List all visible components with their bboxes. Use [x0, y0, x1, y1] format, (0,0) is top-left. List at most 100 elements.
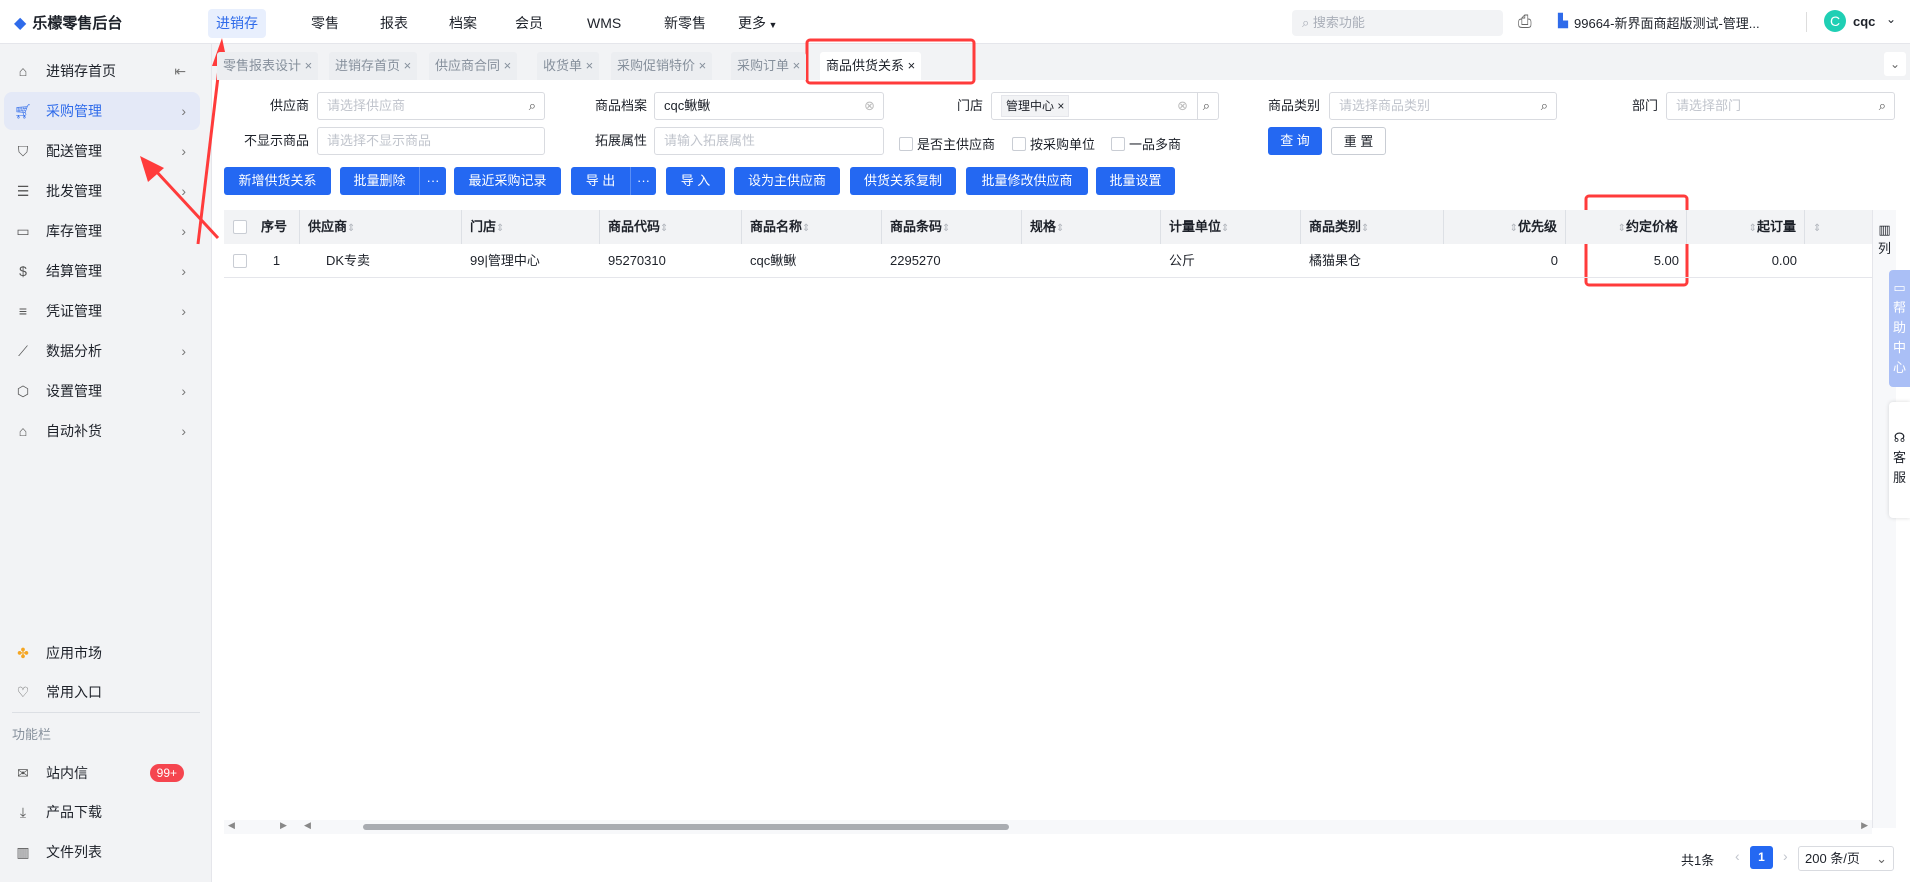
column-header-11[interactable]: ⇕起订量	[1687, 210, 1805, 244]
sidebar-item-7[interactable]: ⟋ 数据分析 ›	[4, 332, 200, 370]
nav-more[interactable]: 更多 ▼	[730, 9, 785, 38]
collapse-icon[interactable]: ⇤	[174, 63, 186, 80]
tab-1[interactable]: 进销存首页 ×	[329, 52, 418, 80]
search-icon[interactable]: ⌕	[1541, 93, 1548, 119]
help-center-tab[interactable]: ▭ 帮助中心	[1889, 270, 1910, 387]
sidebar-item-1[interactable]: 🛒︎ 采购管理 ›	[4, 92, 200, 130]
close-icon[interactable]: ×	[305, 58, 313, 73]
sort-icon[interactable]: ⇕	[1221, 223, 1229, 234]
checkbox-box[interactable]	[1111, 136, 1125, 151]
supplier-input[interactable]: 请选择供应商 ⌕	[317, 92, 545, 120]
close-icon[interactable]: ×	[1057, 99, 1064, 113]
checkbox-1[interactable]: 按采购单位	[1012, 134, 1095, 153]
toolbar-button-7[interactable]: 批量修改供应商	[966, 167, 1088, 195]
search-icon[interactable]: ⌕	[1879, 93, 1886, 119]
checkbox-2[interactable]: 一品多商	[1111, 134, 1181, 153]
sidebar-item-5[interactable]: $ 结算管理 ›	[4, 252, 200, 290]
toolbar-button-0[interactable]: 新增供货关系	[224, 167, 331, 195]
tabs-dropdown-icon[interactable]: ⌄	[1884, 52, 1906, 76]
sidebar-app-market[interactable]: ✤ 应用市场	[4, 634, 200, 672]
sidebar-files[interactable]: ▥ 文件列表	[4, 833, 200, 871]
sort-icon[interactable]: ⇕	[1361, 223, 1369, 234]
sort-icon[interactable]: ⇕	[1510, 223, 1518, 234]
tab-4[interactable]: 采购促销特价 ×	[611, 52, 713, 80]
close-icon[interactable]: ×	[404, 58, 412, 73]
column-header-8[interactable]: 商品类别⇕	[1301, 210, 1444, 244]
sort-icon[interactable]: ⇕	[347, 223, 355, 234]
column-header-10[interactable]: ⇕约定价格	[1566, 210, 1687, 244]
page-1-button[interactable]: 1	[1750, 846, 1773, 869]
checkbox-box[interactable]	[899, 136, 913, 151]
sort-icon[interactable]: ⇕	[1813, 223, 1821, 234]
column-header-3[interactable]: 商品代码⇕	[600, 210, 742, 244]
toolbar-button-4[interactable]: 导 入	[666, 167, 725, 195]
dept-input[interactable]: 请选择部门 ⌕	[1666, 92, 1895, 120]
column-header-7[interactable]: 计量单位⇕	[1161, 210, 1301, 244]
store-input[interactable]: 管理中心 × ⊗ ⌕	[991, 92, 1219, 120]
app-logo[interactable]: ◆ 乐檬零售后台	[14, 12, 122, 33]
tab-6[interactable]: 商品供货关系 ×	[820, 52, 922, 80]
select-all-checkbox[interactable]	[233, 220, 247, 234]
sidebar-item-6[interactable]: ≡ 凭证管理 ›	[4, 292, 200, 330]
chevron-down-icon[interactable]: ⌄	[1886, 12, 1896, 26]
more-options-icon[interactable]: ···	[630, 167, 656, 195]
search-input[interactable]: ⌕ 搜索功能	[1292, 10, 1503, 36]
sidebar-messages[interactable]: ✉ 站内信 99+	[4, 754, 200, 792]
sort-icon[interactable]: ⇕	[802, 223, 810, 234]
nav-reports[interactable]: 报表	[372, 9, 416, 38]
horizontal-scrollbar[interactable]: ◀ ▶ ◀ ▶	[224, 820, 1872, 834]
clear-icon[interactable]: ⊗	[864, 93, 875, 119]
user-name[interactable]: cqc	[1853, 14, 1875, 29]
sidebar-downloads[interactable]: ⤓ 产品下载	[4, 793, 200, 831]
nav-archives[interactable]: 档案	[441, 9, 485, 38]
sort-icon[interactable]: ⇕	[1749, 223, 1757, 234]
query-button[interactable]: 查 询	[1268, 127, 1322, 155]
close-icon[interactable]: ×	[908, 58, 916, 73]
column-header-4[interactable]: 商品名称⇕	[742, 210, 882, 244]
sidebar-item-3[interactable]: ☰ 批发管理 ›	[4, 172, 200, 210]
column-header-1[interactable]: 供应商⇕	[300, 210, 462, 244]
sidebar-item-4[interactable]: ▭ 库存管理 ›	[4, 212, 200, 250]
reset-button[interactable]: 重 置	[1331, 127, 1386, 155]
product-input[interactable]: cqc鳅鳅 ⊗	[654, 92, 884, 120]
column-header-5[interactable]: 商品条码⇕	[882, 210, 1022, 244]
sort-icon[interactable]: ⇕	[1618, 223, 1626, 234]
sidebar-item-2[interactable]: ⛉ 配送管理 ›	[4, 132, 200, 170]
hide-products-input[interactable]: 请选择不显示商品	[317, 127, 545, 155]
close-icon[interactable]: ×	[793, 58, 801, 73]
sort-icon[interactable]: ⇕	[660, 223, 668, 234]
close-icon[interactable]: ×	[504, 58, 512, 73]
sort-icon[interactable]: ⇕	[1056, 223, 1064, 234]
toolbar-button-8[interactable]: 批量设置	[1096, 167, 1175, 195]
scroll-right-icon[interactable]: ▶	[280, 820, 287, 831]
tab-0[interactable]: 零售报表设计 ×	[217, 52, 319, 80]
next-page-icon[interactable]: ›	[1783, 848, 1788, 864]
scroll-left-icon[interactable]: ◀	[304, 820, 311, 831]
sidebar-item-9[interactable]: ⌂ 自动补货 ›	[4, 412, 200, 450]
search-icon[interactable]: ⌕	[1196, 93, 1210, 119]
nav-retail[interactable]: 零售	[303, 9, 347, 38]
search-icon[interactable]: ⌕	[529, 93, 536, 119]
toolbar-button-3[interactable]: 导 出 ···	[571, 167, 656, 195]
sidebar-item-0[interactable]: ⌂ 进销存首页 ⇤	[4, 52, 200, 90]
toolbar-button-5[interactable]: 设为主供应商	[734, 167, 840, 195]
column-header-extra[interactable]: ⇕	[1805, 210, 1872, 244]
more-options-icon[interactable]: ···	[419, 167, 446, 195]
tab-2[interactable]: 供应商合同 ×	[429, 52, 518, 80]
category-input[interactable]: 请选择商品类别 ⌕	[1329, 92, 1557, 120]
close-icon[interactable]: ×	[586, 58, 594, 73]
column-header-9[interactable]: ⇕优先级	[1444, 210, 1566, 244]
nav-jxc[interactable]: 进销存	[208, 9, 266, 38]
column-header-0[interactable]: 序号	[253, 210, 300, 244]
row-checkbox[interactable]	[233, 254, 247, 268]
nav-wms[interactable]: WMS	[579, 9, 629, 38]
nav-new-retail[interactable]: 新零售	[656, 9, 714, 38]
store-selector[interactable]: ▙ 99664-新界面商超版测试-管理...	[1558, 13, 1760, 32]
scroll-right-icon[interactable]: ▶	[1861, 820, 1868, 831]
ext-attr-input[interactable]: 请输入拓展属性	[654, 127, 884, 155]
page-size-select[interactable]: 200 条/页 ⌄	[1798, 846, 1894, 871]
prev-page-icon[interactable]: ‹	[1735, 848, 1740, 864]
scrollbar-thumb[interactable]	[363, 824, 1009, 830]
sidebar-item-8[interactable]: ⬡ 设置管理 ›	[4, 372, 200, 410]
sort-icon[interactable]: ⇕	[496, 223, 504, 234]
